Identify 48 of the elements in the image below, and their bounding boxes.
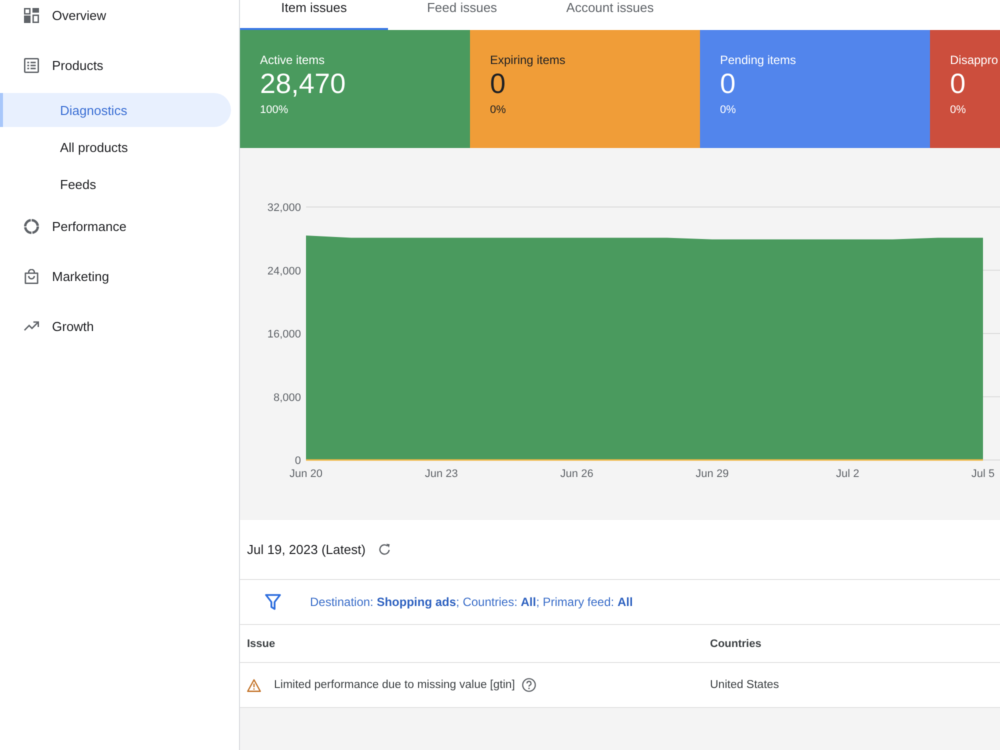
axis-label: 16,000	[267, 328, 301, 340]
tab[interactable]: Feed issues	[388, 0, 536, 30]
card-value: 0	[720, 68, 736, 100]
card-value: 28,470	[260, 68, 346, 100]
nav-item[interactable]: Performance	[0, 201, 231, 251]
axis-label: 32,000	[267, 202, 301, 214]
warning-icon	[247, 678, 261, 692]
card-percentage: 0%	[720, 103, 736, 117]
card-title: Expiring items	[490, 52, 566, 68]
nav-item[interactable]: Products	[0, 40, 231, 90]
card-value: 0	[950, 68, 966, 100]
issue-text: Limited performance due to missing value [gtin]	[274, 679, 515, 691]
card-percentage: 0%	[950, 103, 966, 117]
axis-label: 8,000	[273, 392, 301, 404]
card-value: 0	[490, 68, 506, 100]
card-title: Pending items	[720, 52, 796, 68]
column-header: Countries	[710, 638, 762, 650]
shopping-bag-icon	[24, 268, 39, 284]
filter-icon[interactable]	[265, 594, 281, 610]
axis-label: Jul 5	[971, 468, 995, 480]
axis-label: Jun 29	[696, 468, 729, 480]
column-header: Issue	[247, 638, 276, 650]
nav-item[interactable]: Marketing	[0, 251, 231, 301]
trending-up-icon	[24, 321, 39, 331]
nav-item[interactable]: Feeds	[0, 167, 231, 201]
nav-item[interactable]: Diagnostics	[0, 93, 231, 127]
axis-label: 24,000	[267, 265, 301, 278]
dashboard-icon	[24, 8, 39, 22]
card-title: Active items	[260, 52, 325, 68]
refresh-icon[interactable]	[378, 543, 391, 556]
axis-label: 0	[294, 455, 301, 467]
card-title: Disappro	[950, 52, 998, 68]
list-icon	[24, 58, 39, 72]
nav-item[interactable]: Growth	[0, 301, 231, 351]
axis-label: Jul 2	[836, 468, 860, 480]
ring-icon	[24, 218, 39, 234]
filter-summary[interactable]: Destination: Shopping ads; Countries: All; Primary feed: All	[310, 595, 633, 609]
axis-label: Jun 26	[560, 468, 594, 480]
table-cell: United States	[710, 679, 780, 691]
snapshot-date: Jul 19, 2023 (Latest)	[247, 542, 366, 557]
card-percentage: 0%	[490, 103, 506, 117]
axis-label: Jun 20	[289, 468, 323, 480]
tab[interactable]: Account issues	[536, 0, 684, 30]
axis-label: Jun 23	[424, 468, 458, 480]
help-icon[interactable]	[522, 678, 536, 692]
nav-item[interactable]: Overview	[0, 0, 231, 40]
card-percentage: 100%	[260, 103, 288, 117]
nav-item[interactable]: All products	[0, 130, 231, 164]
